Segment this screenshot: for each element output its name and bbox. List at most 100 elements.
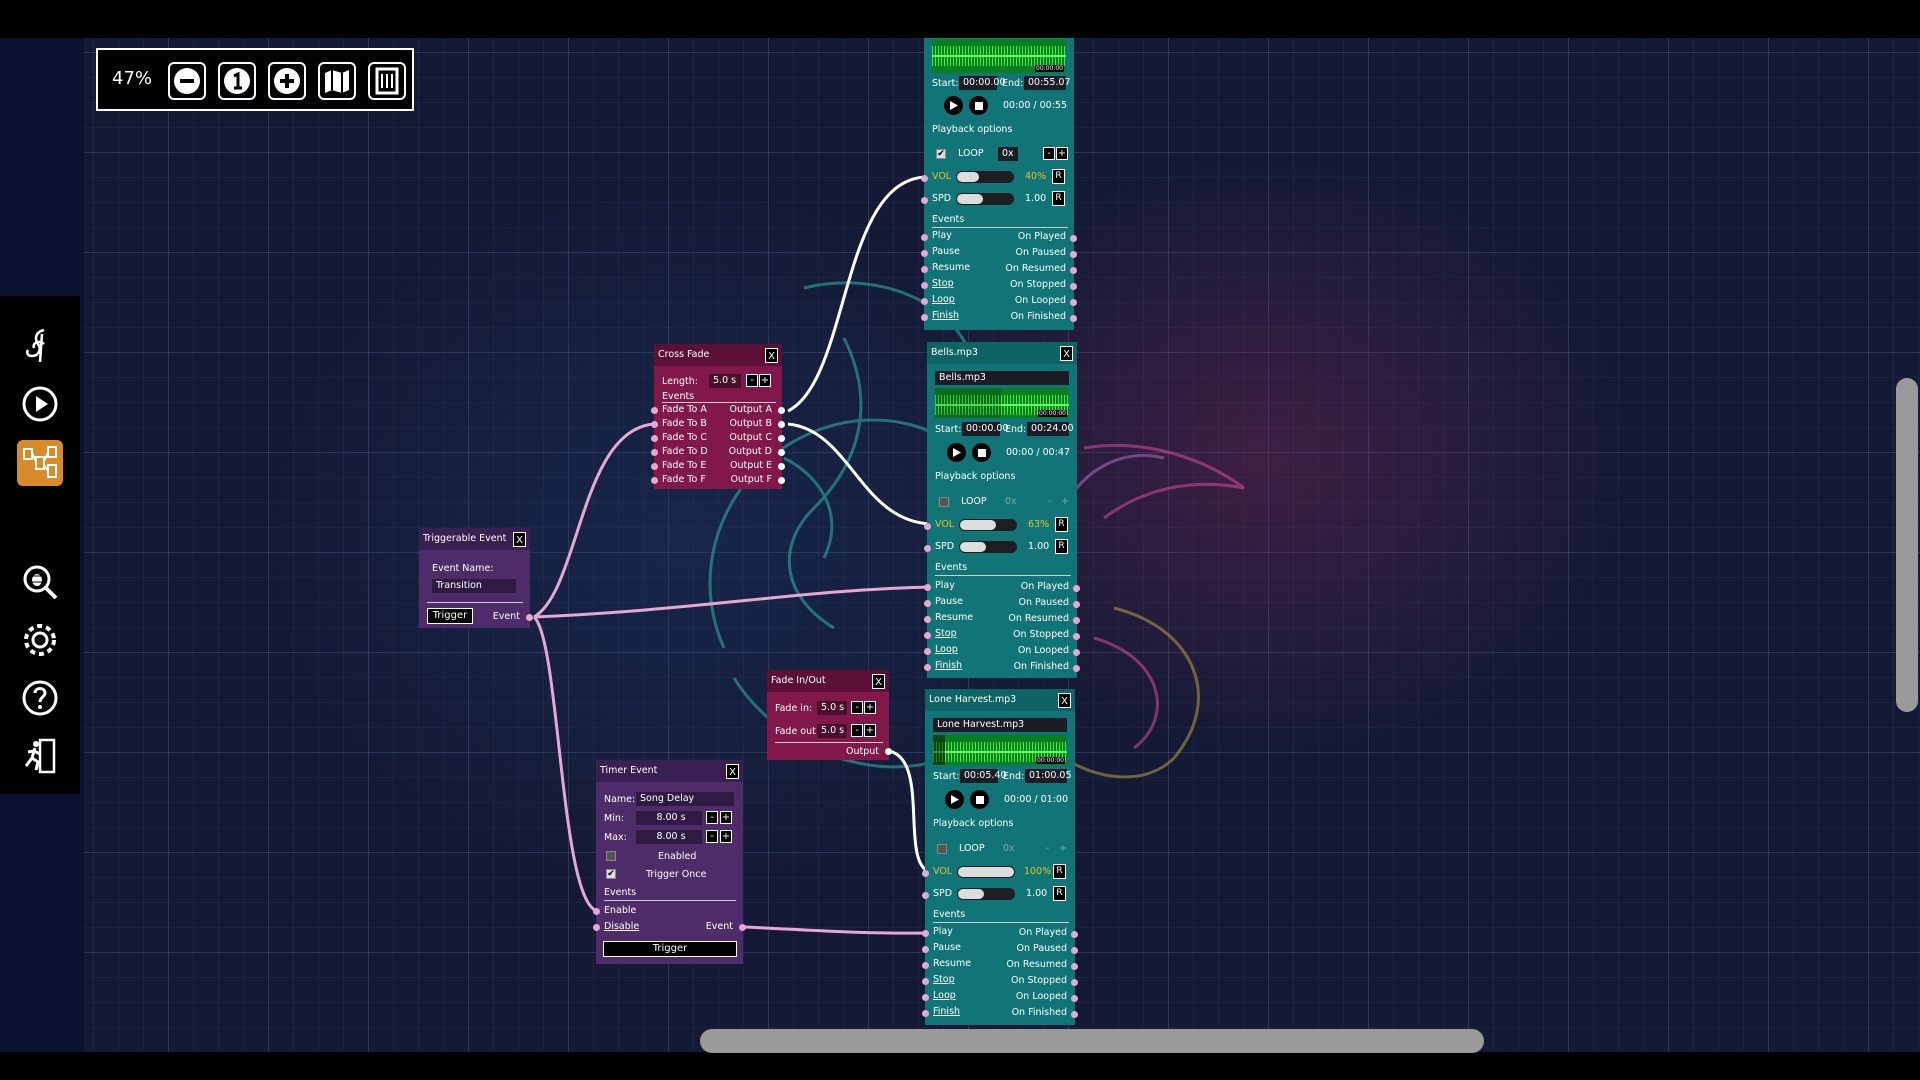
stop-input-port[interactable] — [921, 282, 928, 289]
output-b-port[interactable] — [778, 421, 785, 428]
horizontal-scrollbar[interactable] — [700, 1029, 1484, 1053]
play-button[interactable] — [944, 96, 963, 115]
event-name-input[interactable]: Transition — [432, 579, 516, 593]
fade-to-f-port[interactable] — [651, 477, 658, 484]
max-plus-button[interactable]: + — [720, 830, 732, 843]
play-input-port[interactable] — [921, 234, 928, 241]
on-looped-port[interactable] — [1073, 649, 1080, 656]
max-value[interactable]: 8.00 s — [636, 830, 702, 844]
stop-button[interactable] — [970, 790, 989, 809]
fade-to-b-port[interactable] — [651, 421, 658, 428]
end-time[interactable]: 00:24.00 — [1027, 422, 1074, 436]
fade-in-value[interactable]: 5.0 s — [817, 701, 847, 715]
music-note-icon[interactable] — [18, 324, 62, 368]
vol-reset-button[interactable]: R — [1053, 864, 1066, 879]
spd-input-port[interactable] — [921, 197, 928, 204]
on-resumed-port[interactable] — [1070, 267, 1077, 274]
help-icon[interactable] — [18, 676, 62, 720]
waveform[interactable]: 00:00:00 — [933, 735, 1067, 765]
volume-slider[interactable] — [959, 519, 1017, 531]
finish-input-port[interactable] — [922, 1010, 929, 1017]
output-f-port[interactable] — [778, 477, 785, 484]
on-resumed-port[interactable] — [1071, 963, 1078, 970]
on-played-port[interactable] — [1071, 931, 1078, 938]
on-stopped-port[interactable] — [1071, 979, 1078, 986]
loop-checkbox[interactable] — [939, 497, 949, 507]
close-button[interactable]: X — [872, 674, 885, 689]
audio-node-bells[interactable]: Bells.mp3 X Bells.mp3 00:00:00 Start: 00… — [924, 342, 1080, 678]
on-stopped-port[interactable] — [1070, 283, 1077, 290]
output-d-port[interactable] — [778, 449, 785, 456]
play-input-port[interactable] — [924, 584, 931, 591]
resume-input-port[interactable] — [924, 616, 931, 623]
pause-input-port[interactable] — [924, 600, 931, 607]
volume-slider[interactable] — [957, 866, 1015, 878]
stop-button[interactable] — [972, 443, 991, 462]
finish-input-port[interactable] — [924, 664, 931, 671]
close-button[interactable]: X — [726, 764, 739, 779]
fade-in-out-node[interactable]: Fade In/Out X Fade in: 5.0 s - + Fade ou… — [767, 670, 892, 760]
max-minus-button[interactable]: - — [706, 830, 718, 843]
trigger-button[interactable]: Trigger — [603, 941, 737, 957]
close-button[interactable]: X — [1060, 346, 1073, 361]
close-button[interactable]: X — [1058, 693, 1071, 708]
on-played-port[interactable] — [1073, 585, 1080, 592]
enable-input-port[interactable] — [593, 908, 600, 915]
min-plus-button[interactable]: + — [720, 811, 732, 824]
on-paused-port[interactable] — [1071, 947, 1078, 954]
min-value[interactable]: 8.00 s — [636, 811, 702, 825]
start-time[interactable]: 00:00.00 — [962, 422, 1009, 436]
vol-input-port[interactable] — [922, 870, 929, 877]
fade-in-minus-button[interactable]: - — [851, 701, 863, 714]
trigger-once-checkbox[interactable]: ✔ — [606, 869, 616, 879]
end-time[interactable]: 01:00.05 — [1025, 769, 1072, 783]
on-stopped-port[interactable] — [1073, 633, 1080, 640]
audio-node-lone-harvest[interactable]: Lone Harvest.mp3 X Lone Harvest.mp3 00:0… — [922, 689, 1078, 1025]
stop-input-port[interactable] — [924, 632, 931, 639]
speed-slider[interactable] — [959, 541, 1017, 553]
spd-reset-button[interactable]: R — [1055, 539, 1068, 554]
close-button[interactable]: X — [765, 348, 778, 363]
start-time[interactable]: 00:05.40 — [960, 769, 1007, 783]
timer-event-node[interactable]: Timer Event X Name: Song Delay Min: 8.00… — [593, 760, 746, 964]
loop-plus-button[interactable]: + — [1056, 147, 1068, 160]
resume-input-port[interactable] — [922, 962, 929, 969]
enabled-checkbox[interactable] — [606, 851, 616, 861]
finish-input-port[interactable] — [921, 314, 928, 321]
on-paused-port[interactable] — [1070, 251, 1077, 258]
close-button[interactable]: X — [513, 532, 526, 547]
length-plus-button[interactable]: + — [759, 374, 771, 387]
fade-out-minus-button[interactable]: - — [851, 724, 863, 737]
vol-input-port[interactable] — [924, 523, 931, 530]
play-icon[interactable] — [18, 382, 62, 426]
fade-to-d-port[interactable] — [651, 449, 658, 456]
on-finished-port[interactable] — [1071, 1011, 1078, 1018]
on-looped-port[interactable] — [1071, 995, 1078, 1002]
pause-input-port[interactable] — [922, 946, 929, 953]
output-port[interactable] — [885, 748, 892, 755]
loop-input-port[interactable] — [921, 298, 928, 305]
resume-input-port[interactable] — [921, 266, 928, 273]
output-e-port[interactable] — [778, 463, 785, 470]
waveform[interactable]: 00:00:00 — [935, 388, 1069, 418]
cross-fade-node[interactable]: Cross Fade X Length: 5.0 s - + Events Fa… — [651, 344, 785, 489]
play-input-port[interactable] — [922, 930, 929, 937]
on-finished-port[interactable] — [1070, 315, 1077, 322]
disable-input-port[interactable] — [593, 924, 600, 931]
event-output-port[interactable] — [739, 924, 746, 931]
fit-view-icon[interactable] — [368, 62, 406, 100]
on-finished-port[interactable] — [1073, 665, 1080, 672]
play-button[interactable] — [947, 443, 966, 462]
loop-count[interactable]: 0x — [998, 147, 1018, 161]
triggerable-event-node[interactable]: Triggerable Event X Event Name: Transiti… — [419, 528, 533, 628]
stop-button[interactable] — [969, 96, 988, 115]
fade-in-plus-button[interactable]: + — [864, 701, 876, 714]
zoom-in-icon[interactable] — [268, 62, 306, 100]
min-minus-button[interactable]: - — [706, 811, 718, 824]
gear-icon[interactable] — [18, 618, 62, 662]
output-a-port[interactable] — [778, 407, 785, 414]
output-c-port[interactable] — [778, 435, 785, 442]
end-time[interactable]: 00:55.07 — [1024, 76, 1071, 90]
loop-input-port[interactable] — [922, 994, 929, 1001]
play-button[interactable] — [945, 790, 964, 809]
